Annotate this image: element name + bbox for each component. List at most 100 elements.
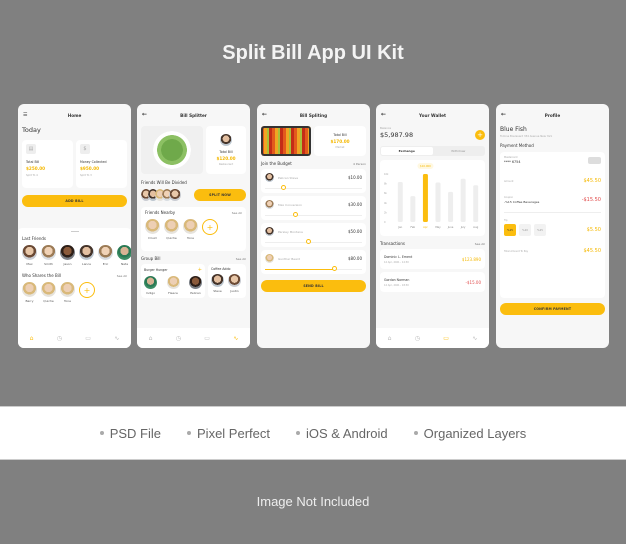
divided-title: Friends Will Be Divided bbox=[141, 180, 187, 185]
friend-item[interactable]: Smith bbox=[41, 245, 56, 266]
avatar bbox=[211, 274, 224, 287]
total-sub: Market bbox=[335, 146, 345, 149]
share-item[interactable]: Tone bbox=[60, 282, 75, 303]
nearby-title: Friends Nearby bbox=[145, 210, 176, 215]
share-item[interactable]: Barry bbox=[22, 282, 37, 303]
highlight-tooltip-label: $10.000 bbox=[420, 164, 431, 168]
group-card[interactable]: Burger Hunger + Indigo Fleece Pelican bbox=[141, 264, 205, 298]
card-row[interactable]: Mastercard **** 6754 bbox=[504, 156, 601, 164]
friends-nearby-card: Friends Nearby See All Druid Quiche Tone… bbox=[141, 207, 246, 251]
card-label: Money Collected bbox=[80, 160, 107, 164]
tip-option[interactable]: %20 bbox=[519, 224, 531, 236]
avatar bbox=[144, 276, 157, 289]
sheet-handle[interactable] bbox=[70, 231, 79, 232]
x-tick-label: May bbox=[435, 225, 441, 229]
slider-handle[interactable] bbox=[331, 266, 337, 271]
share-slider[interactable] bbox=[265, 185, 362, 191]
wallet-title: Your Wallet bbox=[418, 112, 447, 118]
share-slider[interactable] bbox=[265, 266, 362, 272]
chart-bar-jan[interactable] bbox=[397, 182, 403, 222]
friend-item[interactable]: Jason bbox=[60, 245, 75, 266]
back-arrow-icon[interactable]: ← bbox=[142, 111, 147, 118]
nearby-item[interactable]: Tone bbox=[183, 219, 198, 240]
clock-icon[interactable]: ◷ bbox=[176, 335, 181, 342]
see-all-link[interactable]: See All bbox=[117, 274, 127, 278]
tip-option[interactable]: %25 bbox=[534, 224, 546, 236]
profile-screen: ← Profile Blue Fish Tomine Boulevard 334… bbox=[496, 104, 609, 348]
slider-handle[interactable] bbox=[281, 185, 287, 190]
bottom-nav: ⌂ ◷ ▭ ∿ bbox=[376, 328, 489, 348]
home-title: Home bbox=[67, 112, 82, 118]
home-icon[interactable]: ⌂ bbox=[149, 335, 153, 342]
x-tick-label: Apr bbox=[423, 225, 428, 229]
transaction-amount: $123.890 bbox=[461, 256, 481, 262]
tab-withdraw[interactable]: Withdraw bbox=[433, 147, 485, 155]
chart-bar-aug[interactable] bbox=[473, 185, 479, 222]
home-header: ☰ Home bbox=[18, 104, 131, 126]
tip-option-selected[interactable]: %15 bbox=[504, 224, 516, 236]
chart-bar-july[interactable] bbox=[460, 178, 466, 222]
person-amount: $80.00 bbox=[348, 256, 362, 261]
add-bill-button[interactable]: ADD BILL bbox=[22, 195, 127, 207]
chart-bar-apr[interactable] bbox=[422, 174, 428, 222]
calendar-icon[interactable]: ▭ bbox=[85, 335, 91, 342]
card-label: Mastercard bbox=[504, 156, 518, 159]
transaction-row[interactable]: Gordon Norman 12 Apr, 2021 - 18:30 -$15.0… bbox=[380, 272, 485, 292]
add-person-button[interactable]: + bbox=[202, 219, 218, 235]
add-person-button[interactable]: + bbox=[79, 282, 95, 298]
clock-icon[interactable]: ◷ bbox=[57, 335, 62, 342]
add-funds-button[interactable]: + bbox=[475, 130, 485, 140]
friend-item[interactable]: Nata bbox=[117, 245, 131, 266]
chart-bar-feb[interactable] bbox=[410, 196, 416, 222]
friend-item[interactable]: Eric bbox=[98, 245, 113, 266]
hamburger-icon[interactable]: ☰ bbox=[23, 112, 27, 118]
split-now-button[interactable]: SPLIT NOW bbox=[194, 189, 246, 201]
profile-address: Tomine Boulevard 334 Avenue New York bbox=[500, 135, 553, 138]
see-all-link[interactable]: See All bbox=[475, 242, 485, 246]
clock-icon[interactable]: ◷ bbox=[415, 335, 420, 342]
see-all-link[interactable]: See All bbox=[236, 257, 246, 261]
person-amount: $30.00 bbox=[348, 202, 362, 207]
nearby-item[interactable]: Druid bbox=[145, 219, 160, 240]
back-arrow-icon[interactable]: ← bbox=[262, 111, 267, 118]
wallet-tabs: Exchange Withdraw bbox=[380, 146, 485, 156]
slider-handle[interactable] bbox=[305, 239, 311, 244]
confirm-payment-button[interactable]: CONFIRM PAYMENT bbox=[500, 303, 605, 315]
activity-icon[interactable]: ∿ bbox=[114, 335, 119, 342]
card-label: Total Bill bbox=[26, 160, 40, 164]
card-toggle[interactable] bbox=[588, 156, 601, 164]
back-arrow-icon[interactable]: ← bbox=[501, 111, 506, 118]
calendar-icon[interactable]: ▭ bbox=[443, 335, 449, 342]
tab-exchange[interactable]: Exchange bbox=[381, 147, 433, 155]
see-all-link[interactable]: See All bbox=[232, 211, 242, 215]
home-icon[interactable]: ⌂ bbox=[388, 335, 392, 342]
share-slider[interactable] bbox=[265, 212, 362, 218]
home-icon[interactable]: ⌂ bbox=[30, 335, 34, 342]
tip-label: Tip bbox=[504, 219, 508, 222]
chart-bar-june[interactable] bbox=[448, 191, 454, 222]
chart-bar-may[interactable] bbox=[435, 182, 441, 222]
friend-item[interactable]: Max bbox=[22, 245, 37, 266]
share-slider[interactable] bbox=[265, 239, 362, 245]
card-amount: $250.00 bbox=[26, 166, 46, 171]
transaction-row[interactable]: Dominic L. Ement 12 Apr, 2021 - 12:30 $12… bbox=[380, 249, 485, 269]
person-name: Gunther Beard bbox=[278, 256, 301, 261]
add-icon[interactable]: + bbox=[198, 267, 202, 273]
total-sub: Restaurant bbox=[218, 163, 234, 166]
send-bill-button[interactable]: SEND BILL bbox=[261, 280, 366, 292]
money-collected-card[interactable]: $ Money Collected $950.00 Split To 3 bbox=[76, 140, 127, 188]
nearby-item[interactable]: Quiche bbox=[164, 219, 179, 240]
y-tick-label: 10k bbox=[384, 173, 389, 176]
group-card[interactable]: Coffee Addo Steve Justin bbox=[208, 264, 246, 298]
total-bill-card[interactable]: ▤ Total Bill $250.00 Split To 4 bbox=[22, 140, 73, 188]
person-amount: $50.00 bbox=[348, 229, 362, 234]
person-amount: $10.00 bbox=[348, 175, 362, 180]
friend-item[interactable]: Lance bbox=[79, 245, 94, 266]
back-arrow-icon[interactable]: ← bbox=[381, 111, 386, 118]
activity-icon[interactable]: ∿ bbox=[472, 335, 477, 342]
document-icon: ▤ bbox=[26, 144, 36, 154]
share-item[interactable]: Quiche bbox=[41, 282, 56, 303]
calendar-icon[interactable]: ▭ bbox=[204, 335, 210, 342]
slider-handle[interactable] bbox=[293, 212, 299, 217]
activity-icon[interactable]: ∿ bbox=[233, 335, 238, 342]
